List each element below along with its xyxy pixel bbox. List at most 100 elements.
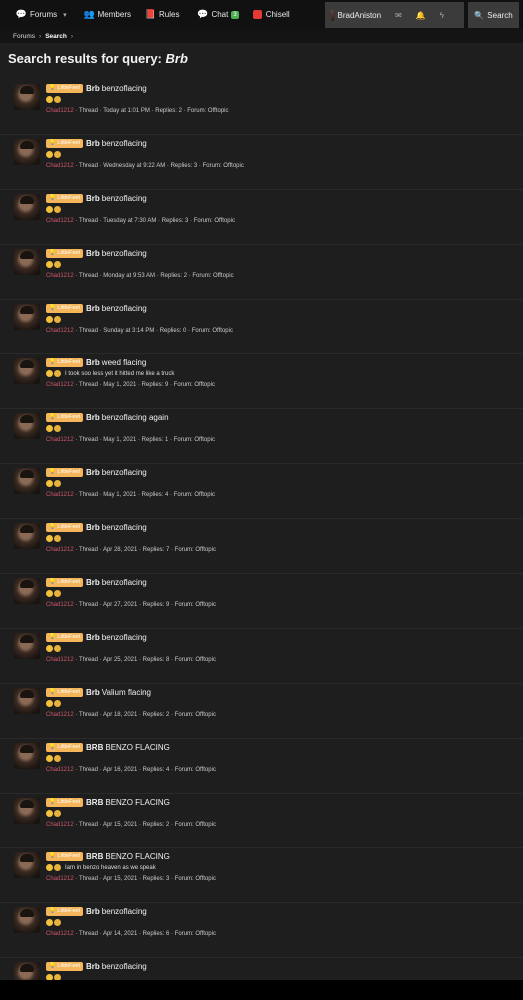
envelope-icon[interactable]: ✉ xyxy=(395,11,402,20)
result-title[interactable]: 💡 LittleFeet Brb Valium flacing xyxy=(46,687,151,697)
search-result-item[interactable]: 💡 LittleFeet Brb benzoflacing Chad1212 ·… xyxy=(0,80,523,135)
search-result-item[interactable]: 💡 LittleFeet BRB BENZO FLACING Chad1212 … xyxy=(0,739,523,794)
search-button[interactable]: 🔍 Search xyxy=(468,2,519,28)
result-author[interactable]: Chad1212 xyxy=(46,931,74,937)
avatar[interactable] xyxy=(14,907,40,934)
avatar[interactable] xyxy=(14,303,40,330)
avatar[interactable] xyxy=(14,578,40,605)
result-forum[interactable]: Forum: Offtopic xyxy=(175,931,216,937)
search-result-item[interactable]: 💡 LittleFeet Brb benzoflacing again Chad… xyxy=(0,409,523,465)
result-forum[interactable]: Forum: Offtopic xyxy=(175,602,216,608)
avatar[interactable] xyxy=(14,632,40,659)
prefix-label: LittleFeet xyxy=(57,688,81,695)
result-forum[interactable]: Forum: Offtopic xyxy=(174,492,215,498)
search-result-item[interactable]: 💡 LittleFeet Brb benzoflacing Chad1212 ·… xyxy=(0,300,523,355)
nav-chat[interactable]: 💬 Chat 3 xyxy=(197,0,246,29)
bottom-bar xyxy=(0,980,523,1000)
result-author[interactable]: Chad1212 xyxy=(46,547,74,553)
search-result-item[interactable]: 💡 LittleFeet Brb benzoflacing Chad1212 ·… xyxy=(0,190,523,245)
result-forum[interactable]: Forum: Offtopic xyxy=(174,382,215,388)
result-forum[interactable]: Forum: Offtopic xyxy=(203,163,244,169)
result-title[interactable]: 💡 LittleFeet BRB BENZO FLACING xyxy=(46,852,170,862)
search-result-item[interactable]: 💡 LittleFeet BRB BENZO FLACING Iam in be… xyxy=(0,848,523,904)
bell-icon[interactable]: 🔔 xyxy=(416,11,426,20)
search-result-item[interactable]: 💡 LittleFeet Brb benzoflacing Chad1212 ·… xyxy=(0,245,523,300)
result-author[interactable]: Chad1212 xyxy=(46,492,74,498)
search-result-item[interactable]: 💡 LittleFeet Brb benzoflacing Chad1212 ·… xyxy=(0,135,523,190)
search-result-item[interactable]: 💡 LittleFeet Brb benzoflacing Chad1212 ·… xyxy=(0,629,523,684)
breadcrumb-forums[interactable]: Forums xyxy=(13,33,35,40)
nav-members[interactable]: 👥 Members xyxy=(84,0,139,29)
result-forum[interactable]: Forum: Offtopic xyxy=(192,328,233,334)
result-snippet-line xyxy=(46,919,62,927)
result-forum[interactable]: Forum: Offtopic xyxy=(194,218,235,224)
result-title[interactable]: 💡 LittleFeet Brb benzoflacing xyxy=(46,962,147,972)
result-author[interactable]: Chad1212 xyxy=(46,822,74,828)
avatar[interactable] xyxy=(14,797,40,824)
result-title[interactable]: 💡 LittleFeet Brb benzoflacing xyxy=(46,578,147,588)
search-result-item[interactable]: 💡 LittleFeet Brb benzoflacing Chad1212 ·… xyxy=(0,519,523,575)
result-title[interactable]: 💡 LittleFeet Brb benzoflacing xyxy=(46,907,147,917)
result-title[interactable]: 💡 LittleFeet Brb benzoflacing xyxy=(46,138,147,148)
avatar[interactable] xyxy=(14,358,40,385)
avatar[interactable] xyxy=(14,742,40,769)
bolt-icon[interactable]: ϟ xyxy=(440,11,444,20)
prefix-label: LittleFeet xyxy=(57,304,81,311)
avatar[interactable] xyxy=(14,138,40,165)
result-author[interactable]: Chad1212 xyxy=(46,602,74,608)
avatar[interactable] xyxy=(14,84,40,110)
nav-chisell[interactable]: Chisell xyxy=(252,0,298,29)
result-title[interactable]: 💡 LittleFeet BRB BENZO FLACING xyxy=(46,742,170,752)
avatar[interactable] xyxy=(14,193,40,220)
result-title[interactable]: 💡 LittleFeet Brb benzoflacing xyxy=(46,523,147,533)
result-author[interactable]: Chad1212 xyxy=(46,218,74,224)
result-forum[interactable]: Forum: Offtopic xyxy=(175,657,216,663)
result-title[interactable]: 💡 LittleFeet BRB BENZO FLACING xyxy=(46,797,170,807)
search-result-item[interactable]: 💡 LittleFeet Brb benzoflacing Chad1212 ·… xyxy=(0,903,523,959)
breadcrumb-search[interactable]: Search xyxy=(45,33,67,40)
result-forum[interactable]: Forum: Offtopic xyxy=(187,108,228,114)
prefix-label: LittleFeet xyxy=(57,414,81,421)
nav-forums[interactable]: 💬 Forums ▾ xyxy=(0,0,84,29)
result-forum[interactable]: Forum: Offtopic xyxy=(175,822,216,828)
result-author[interactable]: Chad1212 xyxy=(46,657,74,663)
result-forum[interactable]: Forum: Offtopic xyxy=(175,876,216,882)
result-title[interactable]: 💡 LittleFeet Brb benzoflacing xyxy=(46,468,147,478)
result-author[interactable]: Chad1212 xyxy=(46,767,74,773)
avatar[interactable] xyxy=(14,413,40,440)
result-author[interactable]: Chad1212 xyxy=(46,273,74,279)
user-menu[interactable]: BradAniston ✉ 🔔 ϟ xyxy=(325,2,464,28)
result-title[interactable]: 💡 LittleFeet Brb benzoflacing xyxy=(46,193,147,203)
result-forum[interactable]: Forum: Offtopic xyxy=(175,547,216,553)
avatar[interactable] xyxy=(14,248,40,275)
avatar[interactable] xyxy=(14,852,40,879)
result-author[interactable]: Chad1212 xyxy=(46,712,74,718)
result-forum[interactable]: Forum: Offtopic xyxy=(175,712,216,718)
avatar[interactable] xyxy=(14,687,40,714)
search-result-item[interactable]: 💡 LittleFeet Brb benzoflacing Chad1212 ·… xyxy=(0,574,523,629)
result-author[interactable]: Chad1212 xyxy=(46,163,74,169)
nav-rules[interactable]: 📕 Rules xyxy=(145,0,187,29)
search-result-item[interactable]: 💡 LittleFeet BRB BENZO FLACING Chad1212 … xyxy=(0,794,523,849)
avatar[interactable] xyxy=(14,523,40,550)
result-forum[interactable]: Forum: Offtopic xyxy=(175,767,216,773)
result-title[interactable]: 💡 LittleFeet Brb benzoflacing again xyxy=(46,413,169,423)
avatar[interactable] xyxy=(14,468,40,495)
result-title[interactable]: 💡 LittleFeet Brb weed flacing xyxy=(46,358,146,368)
chevron-down-icon[interactable]: ▾ xyxy=(63,11,67,19)
result-forum[interactable]: Forum: Offtopic xyxy=(174,437,215,443)
result-author[interactable]: Chad1212 xyxy=(46,328,74,334)
result-forum[interactable]: Forum: Offtopic xyxy=(192,273,233,279)
search-result-item[interactable]: 💡 LittleFeet Brb weed flacing I took soo… xyxy=(0,354,523,410)
result-author[interactable]: Chad1212 xyxy=(46,108,74,114)
search-result-item[interactable]: 💡 LittleFeet Brb Valium flacing Chad1212… xyxy=(0,684,523,739)
result-title[interactable]: 💡 LittleFeet Brb benzoflacing xyxy=(46,632,147,642)
result-type: Thread xyxy=(78,437,98,444)
result-title[interactable]: 💡 LittleFeet Brb benzoflacing xyxy=(46,84,147,93)
result-title[interactable]: 💡 LittleFeet Brb benzoflacing xyxy=(46,248,147,258)
result-title[interactable]: 💡 LittleFeet Brb benzoflacing xyxy=(46,303,147,313)
search-result-item[interactable]: 💡 LittleFeet Brb benzoflacing Chad1212 ·… xyxy=(0,464,523,520)
result-author[interactable]: Chad1212 xyxy=(46,876,74,882)
result-author[interactable]: Chad1212 xyxy=(46,437,74,443)
result-author[interactable]: Chad1212 xyxy=(46,382,74,388)
